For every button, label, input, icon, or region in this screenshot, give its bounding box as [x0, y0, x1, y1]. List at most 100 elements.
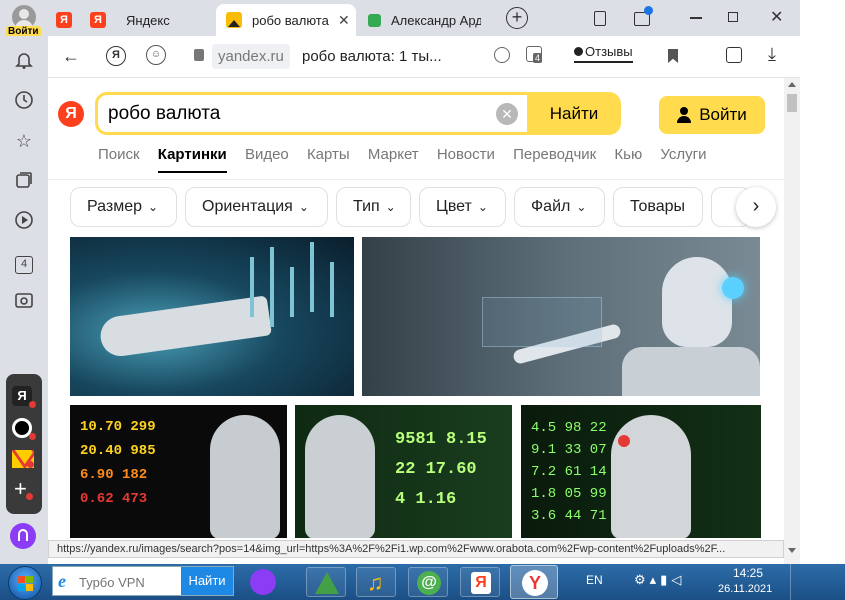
show-desktop-button[interactable]	[790, 564, 798, 600]
taskbar-search-input[interactable]	[79, 573, 179, 591]
minimize-icon[interactable]	[690, 17, 702, 19]
domain-chip[interactable]: yandex.ru	[212, 44, 290, 69]
filter-size[interactable]: Размер ⌄	[70, 187, 177, 227]
result-image-1[interactable]	[70, 237, 354, 396]
tray-icons[interactable]: ⚙▴▮◁	[634, 572, 685, 588]
result-image-3[interactable]: 10.70 299 20.40 985 6.90 182 0.62 473	[70, 405, 287, 538]
nav-market[interactable]: Маркет	[368, 146, 419, 163]
login-button[interactable]: Войти	[659, 96, 765, 134]
start-button[interactable]	[8, 566, 42, 600]
filter-type[interactable]: Тип ⌄	[336, 187, 411, 227]
alice-taskbar-icon[interactable]	[250, 569, 276, 595]
tabs-count-icon[interactable]: 4	[13, 250, 35, 274]
nav-maps[interactable]: Карты	[307, 146, 350, 163]
notifications-icon[interactable]	[634, 6, 653, 26]
site-info-icon[interactable]: ☺	[146, 45, 166, 65]
filter-color[interactable]: Цвет ⌄	[419, 187, 506, 227]
alice-app-icon[interactable]	[12, 418, 36, 440]
add-app-icon[interactable]: +	[14, 478, 33, 500]
taskbar-app-yandex[interactable]: Я	[460, 567, 500, 597]
filter-orientation[interactable]: Ориентация ⌄	[185, 187, 328, 227]
search-results-page: Я ✕ Найти Войти Поиск Картинки Видео Кар…	[48, 78, 784, 538]
tab-yandex-pinned[interactable]: Я	[50, 4, 78, 36]
new-tab-button[interactable]: +	[506, 7, 528, 29]
taskbar-app-mail[interactable]: @	[408, 567, 448, 597]
result-image-2[interactable]	[362, 237, 760, 396]
reviews-button[interactable]: Отзывы	[574, 44, 633, 63]
windows-taskbar: e Найти ♫ @ Я Y EN ⚙▴▮◁ 14:25 26.11.2021	[0, 564, 845, 600]
nav-search[interactable]: Поиск	[98, 146, 140, 163]
divider	[48, 179, 784, 180]
keyboard-language[interactable]: EN	[586, 573, 603, 587]
nav-translate[interactable]: Переводчик	[513, 146, 596, 163]
close-window-icon[interactable]: ✕	[770, 7, 783, 27]
restore-icon[interactable]	[728, 12, 738, 22]
tab-yandex[interactable]: Я Яндекс	[84, 4, 212, 36]
address-bar[interactable]: yandex.ru робо валюта: 1 ты...	[186, 42, 606, 72]
nav-news[interactable]: Новости	[437, 146, 495, 163]
translate-icon[interactable]	[494, 47, 510, 63]
docs-icon	[368, 13, 381, 27]
download-icon[interactable]: ⤓	[768, 44, 776, 65]
ticker-decoration: 10.70 299 20.40 985 6.90 182 0.62 473	[80, 419, 156, 507]
clock-time[interactable]: 14:25	[733, 566, 763, 580]
collections-toolbar-icon[interactable]	[726, 47, 742, 63]
profile-avatar[interactable]: Войти	[6, 5, 41, 37]
tab-bar: Войти Я Я Яндекс робо валюта ✕ Александр…	[0, 0, 845, 37]
clear-search-icon[interactable]: ✕	[496, 103, 518, 125]
taskbar-search-button[interactable]: Найти	[181, 567, 233, 595]
nav-services[interactable]: Услуги	[660, 146, 706, 163]
search-submit-button[interactable]: Найти	[527, 92, 621, 135]
chevron-down-icon: ⌄	[298, 200, 309, 214]
history-icon[interactable]	[13, 90, 35, 112]
play-icon[interactable]	[13, 210, 35, 232]
page-scrollbar[interactable]	[784, 78, 800, 564]
taskbar-app-1[interactable]	[306, 567, 346, 597]
yandex-icon: Я	[90, 12, 106, 28]
screenshot-icon[interactable]	[13, 290, 35, 312]
tab-docs[interactable]: Александр Ард	[360, 4, 490, 36]
tab-images-active[interactable]: робо валюта ✕	[216, 4, 356, 36]
yandex-app-icon[interactable]: Я	[12, 386, 36, 408]
search-input[interactable]	[108, 101, 488, 127]
close-tab-icon[interactable]: ✕	[338, 12, 350, 29]
yandex-logo[interactable]: Я	[58, 101, 84, 127]
filter-goods[interactable]: Товары	[613, 187, 703, 227]
tab-title: Яндекс	[126, 12, 170, 28]
taskbar-app-music[interactable]: ♫	[356, 567, 396, 597]
nav-images-active[interactable]: Картинки	[157, 146, 227, 173]
lock-icon	[194, 49, 204, 61]
taskbar-app-yandex-browser[interactable]: Y	[510, 565, 558, 599]
yandex-browser-icon: Y	[522, 570, 548, 596]
chevron-right-icon: ›	[752, 195, 760, 217]
tab-title: робо валюта	[252, 12, 329, 28]
bell-icon[interactable]	[13, 50, 35, 72]
bookmark-icon[interactable]	[668, 49, 678, 63]
yandex-home-icon[interactable]: Я	[106, 46, 126, 66]
tabs-count: 4	[15, 256, 33, 274]
scroll-thumb[interactable]	[787, 94, 797, 112]
at-icon: @	[417, 571, 441, 595]
nav-video[interactable]: Видео	[245, 146, 289, 163]
back-icon[interactable]: ←	[62, 46, 80, 67]
filters-next-button[interactable]: ›	[736, 187, 776, 227]
chevron-down-icon: ⌄	[148, 200, 159, 214]
filter-file[interactable]: Файл ⌄	[514, 187, 605, 227]
speech-bubble-icon	[574, 47, 583, 56]
clock-date[interactable]: 26.11.2021	[718, 583, 772, 595]
star-icon[interactable]: ☆	[13, 130, 35, 152]
status-url-bar: https://yandex.ru/images/search?pos=14&i…	[48, 540, 784, 558]
result-image-4[interactable]: 9581 8.15 22 17.60 4 1.16	[295, 405, 512, 538]
alice-assistant-icon[interactable]	[10, 523, 36, 549]
result-image-5[interactable]: 4.5 98 22 9.1 33 07 7.2 61 14 1.8 05 99 3.6 …	[521, 405, 761, 538]
desktop-background	[800, 0, 845, 564]
chevron-down-icon: ⌄	[477, 200, 488, 214]
chevron-down-icon: ⌄	[576, 200, 587, 214]
scroll-down-icon[interactable]	[788, 548, 796, 553]
reader-icon[interactable]: 4	[526, 46, 543, 63]
mail-app-icon[interactable]	[12, 450, 34, 468]
bookmarks-icon[interactable]	[594, 11, 606, 26]
nav-q[interactable]: Кью	[614, 146, 642, 163]
collections-icon[interactable]	[13, 170, 35, 192]
scroll-up-icon[interactable]	[788, 82, 796, 87]
